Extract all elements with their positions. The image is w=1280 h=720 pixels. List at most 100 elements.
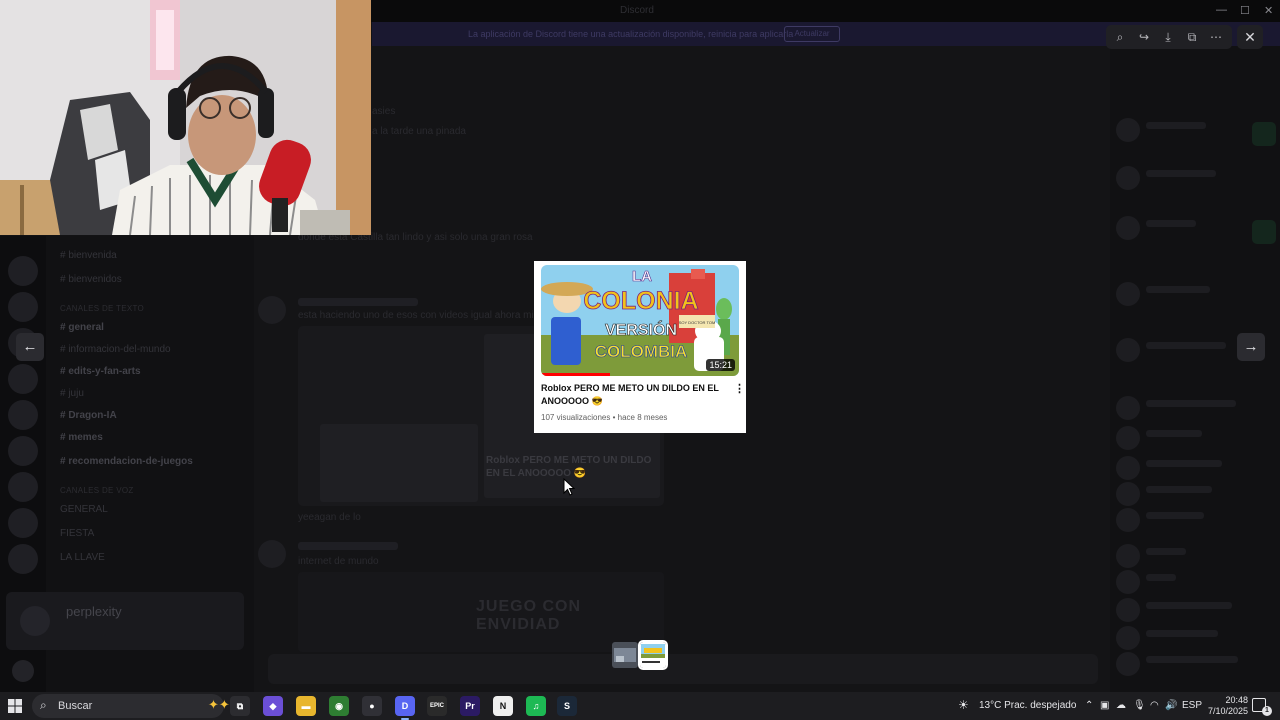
avatar[interactable] [1116,508,1140,532]
more-icon[interactable]: ⋯ [1207,28,1225,46]
share-icon[interactable]: ↪ [1135,28,1153,46]
avatar[interactable] [1116,626,1140,650]
previous-button[interactable]: ← [16,333,44,361]
chat-image[interactable]: JUEGO CON ENVIDIAD [298,572,664,652]
notion-icon[interactable]: N [493,696,513,716]
download-icon[interactable]: ⤓ [1159,28,1177,46]
clock-time: 20:48 [1225,695,1248,705]
member-name [1146,122,1206,129]
video-thumbnail[interactable]: SOY DOCTOR TOM LA COLONIA VERSIÓN COLOMB… [541,265,739,376]
obs-icon[interactable]: ● [362,696,382,716]
more-options-icon[interactable]: ⋮ [734,382,745,396]
message-input[interactable] [268,654,1098,684]
file-explorer-icon[interactable]: ▬ [296,696,316,716]
avatar[interactable] [1116,482,1140,506]
epic-games-icon[interactable]: EPIC [427,696,447,716]
avatar[interactable] [1116,118,1140,142]
channel-item[interactable]: GENERAL [60,504,108,520]
spotify-icon[interactable]: ♫ [526,696,546,716]
taskbar-search[interactable]: ⌕ Buscar ✦✦ [32,694,230,718]
chrome-icon[interactable]: ◉ [329,696,349,716]
channel-item[interactable]: # Dragon-IA [60,410,117,426]
tray-app-icon[interactable]: ▣ [1100,700,1109,711]
server-icon[interactable] [8,364,38,394]
avatar[interactable] [1116,396,1140,420]
zoom-icon[interactable]: ⌕ [1111,28,1129,46]
close-viewer-button[interactable]: ✕ [1237,25,1263,49]
server-icon[interactable] [8,544,38,574]
server-icon[interactable] [8,436,38,466]
attachment-strip [612,640,668,670]
channel-item[interactable]: # recomendacion-de-juegos [60,456,193,472]
chat-message: asies [372,106,396,117]
task-view-icon[interactable]: ⧉ [230,696,250,716]
avatar[interactable] [258,296,286,324]
microphone-icon[interactable]: 🎙 [1133,700,1146,711]
attachment-thumbnail-selected[interactable] [638,640,668,670]
thumbnail-word: VERSIÓN [605,320,677,339]
message-author [298,542,398,550]
avatar[interactable] [1116,456,1140,480]
avatar[interactable] [1116,570,1140,594]
channel-item[interactable]: # general [60,322,104,338]
member-name [1146,548,1186,555]
avatar[interactable] [1116,282,1140,306]
server-icon[interactable] [8,472,38,502]
open-external-icon[interactable]: ⧉ [1183,28,1201,46]
channel-item[interactable]: # bienvenidos [60,274,122,290]
weather-icon[interactable]: ☀ [958,698,969,712]
chevron-up-icon[interactable]: ⌃ [1085,700,1093,711]
volume-icon[interactable]: 🔊 [1165,700,1177,711]
channel-item[interactable]: # memes [60,432,103,448]
embed-thumbnail [320,424,478,502]
chat-message: esta haciendo uno de esos con videos igu… [298,310,553,321]
avatar[interactable] [1116,216,1140,240]
premiere-icon[interactable]: Pr [460,696,480,716]
channel-item[interactable]: # juju [60,388,84,404]
avatar[interactable] [1116,544,1140,568]
window-title: Discord [620,5,654,16]
server-icon[interactable] [8,508,38,538]
maximize-icon[interactable]: ☐ [1240,4,1250,17]
wifi-icon[interactable]: ◠ [1150,700,1159,711]
video-title[interactable]: Roblox PERO ME METO UN DILDO EN EL ANOOO… [541,382,721,408]
channel-category[interactable]: CANALES DE VOZ [60,486,134,502]
next-button[interactable]: → [1237,333,1265,361]
server-icon[interactable] [8,256,38,286]
server-icon[interactable] [8,292,38,322]
channel-category[interactable]: CANALES DE TEXTO [60,304,144,320]
channel-item[interactable]: # informacion-del-mundo [60,344,171,360]
chat-message: internet de mundo [298,556,379,567]
avatar[interactable] [1116,426,1140,450]
window-close-icon[interactable]: ✕ [1264,4,1273,17]
copilot-icon[interactable]: ◆ [263,696,283,716]
avatar[interactable] [1116,166,1140,190]
search-icon: ⌕ [40,698,47,712]
avatar[interactable] [1116,652,1140,676]
weather-text[interactable]: 13°C Prac. despejado [979,700,1076,711]
windows-start-icon[interactable] [8,699,22,713]
channel-item[interactable]: LA LLAVE [60,552,105,568]
clock-date: 7/10/2025 [1207,706,1248,716]
attachment-thumbnail[interactable] [612,642,638,668]
avatar[interactable] [1116,598,1140,622]
discord-icon[interactable]: D [395,696,415,720]
steam-icon[interactable]: S [557,696,577,716]
attachment-image [612,642,638,668]
update-banner-button[interactable]: Actualizar [784,26,840,42]
avatar[interactable] [1116,338,1140,362]
video-preview-card[interactable]: SOY DOCTOR TOM LA COLONIA VERSIÓN COLOMB… [534,261,746,433]
avatar[interactable] [12,660,34,682]
channel-item[interactable]: # bienvenida [60,250,117,266]
promo-card[interactable]: perplexity [6,592,244,650]
viewer-toolbar: ⌕ ↪ ⤓ ⧉ ⋯ [1106,25,1232,49]
minimize-icon[interactable]: — [1216,4,1227,16]
notification-badge: 1 [1262,706,1272,716]
server-icon[interactable] [8,400,38,430]
channel-item[interactable]: FIESTA [60,528,94,544]
cloud-icon[interactable]: ☁ [1116,700,1126,711]
channel-item[interactable]: # edits-y-fan-arts [60,366,141,382]
avatar[interactable] [258,540,286,568]
clock[interactable]: 20:48 7/10/2025 [1198,695,1248,717]
mouse-cursor-icon [563,478,575,496]
